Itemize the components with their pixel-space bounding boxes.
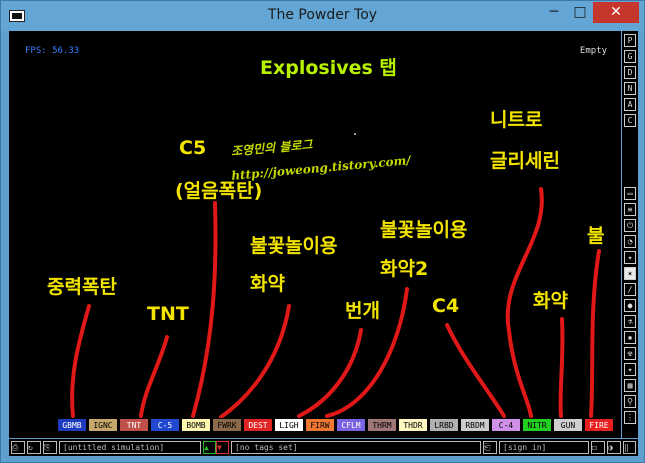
annotation-gun: 화약 — [533, 290, 568, 312]
electronics-category-icon[interactable]: ≡ — [624, 203, 636, 216]
element-firw[interactable]: FIRW — [305, 418, 335, 432]
element-thdr[interactable]: THDR — [398, 418, 428, 432]
sidebar-button-a[interactable]: A — [624, 98, 636, 111]
element-lrbd[interactable]: LRBD — [429, 418, 459, 432]
report-icon[interactable]: ⎗ — [483, 441, 497, 454]
special-category-icon[interactable]: ✦ — [624, 363, 636, 376]
settings-icon[interactable]: ◑ — [607, 441, 621, 454]
tags-field[interactable]: [no tags set] — [231, 441, 481, 454]
line-tnt — [139, 335, 169, 418]
walls-category-icon[interactable]: ▭ — [624, 187, 636, 200]
solids-category-icon[interactable]: ▪ — [624, 331, 636, 344]
annotation-title: Explosives 탭 — [260, 57, 397, 79]
annotation-ligh: 번개 — [345, 300, 380, 322]
annotation-gbmb: 중력폭탄 — [47, 276, 117, 298]
maximize-button[interactable]: □ — [567, 2, 593, 23]
bottom-bar: ⎙ ↻ ⎘ [untitled simulation] ▲ ▼ [no tags… — [9, 439, 638, 456]
title-bar[interactable]: The Powder Toy ─ □ ✕ — [1, 1, 644, 31]
annotation-tnt: TNT — [147, 303, 189, 325]
element-thrm[interactable]: THRM — [367, 418, 397, 432]
element-fwrk[interactable]: FWRK — [212, 418, 242, 432]
annotation-firw-2: 화약2 — [380, 258, 429, 280]
sidebar-button-c[interactable]: C — [624, 114, 636, 127]
minimize-button[interactable]: ─ — [541, 2, 567, 23]
annotation-fire: 불 — [587, 225, 605, 247]
element-rbdm[interactable]: RBDM — [460, 418, 490, 432]
element-nitr[interactable]: NITR — [522, 418, 552, 432]
annotation-fwrk-2: 화약 — [250, 273, 285, 295]
pixel-particle — [354, 133, 356, 135]
open-save-icon[interactable]: ⎙ — [11, 441, 25, 454]
explosives-category-icon[interactable]: ✶ — [624, 267, 636, 280]
line-gun — [558, 317, 565, 418]
element-c4[interactable]: C-4 — [491, 418, 521, 432]
pause-icon[interactable]: ‖ — [623, 441, 636, 454]
annotation-nitr-2: 글리세린 — [490, 150, 560, 172]
annotation-c4: C4 — [432, 295, 460, 317]
save-name-field[interactable]: [untitled simulation] — [59, 441, 201, 454]
powered-category-icon[interactable]: ⏻ — [624, 219, 636, 232]
vote-up-icon[interactable]: ▲ — [203, 441, 216, 454]
annotation-firw-1: 불꽃놀이용 — [380, 219, 468, 241]
sensors-category-icon[interactable]: ◔ — [624, 235, 636, 248]
gases-category-icon[interactable]: ∕ — [624, 283, 636, 296]
sidebar-button-n[interactable]: N — [624, 82, 636, 95]
annotation-c5: C5 — [179, 137, 207, 159]
sidebar-button-p[interactable]: P — [624, 34, 636, 47]
line-gbmb — [70, 304, 91, 418]
menu-sidebar: PGDNAC ▭ ≡ ⏻ ◔ ✦ ✶ ∕ ● ⚗ ▪ ☢ ✦ ▦ ⚲ ⋮ — [622, 31, 638, 438]
sign-in-button[interactable]: [sign in] — [499, 441, 589, 454]
search-category-icon[interactable]: ⋮ — [624, 411, 636, 424]
life-category-icon[interactable]: ▦ — [624, 379, 636, 392]
tools-category-icon[interactable]: ⚲ — [624, 395, 636, 408]
close-button[interactable]: ✕ — [593, 2, 639, 23]
sidebar-button-d[interactable]: D — [624, 66, 636, 79]
reload-icon[interactable]: ↻ — [27, 441, 41, 454]
sidebar-button-g[interactable]: G — [624, 50, 636, 63]
annotation-nitr-1: 니트로 — [490, 109, 543, 131]
clear-sim-icon[interactable]: ◻ — [591, 441, 605, 454]
line-fwrk — [219, 304, 291, 419]
element-gbmb[interactable]: GBMB — [57, 418, 87, 432]
element-cflm[interactable]: CFLM — [336, 418, 366, 432]
element-ligh[interactable]: LIGH — [274, 418, 304, 432]
save-icon[interactable]: ⎘ — [43, 441, 57, 454]
element-bomb[interactable]: BOMB — [181, 418, 211, 432]
element-gun[interactable]: GUN — [553, 418, 583, 432]
vote-down-icon[interactable]: ▼ — [216, 441, 229, 454]
simulation-canvas[interactable]: FPS: 56.33 Empty Explosives 탭 조영민의 블로그 h… — [9, 31, 621, 438]
element-tnt[interactable]: TNT — [119, 418, 149, 432]
force-category-icon[interactable]: ✦ — [624, 251, 636, 264]
powders-category-icon[interactable]: ⚗ — [624, 315, 636, 328]
element-ignc[interactable]: IGNC — [88, 418, 118, 432]
line-fire — [589, 249, 601, 418]
liquids-category-icon[interactable]: ● — [624, 299, 636, 312]
line-c4 — [445, 323, 506, 418]
radioactive-category-icon[interactable]: ☢ — [624, 347, 636, 360]
line-c5 — [191, 201, 218, 418]
element-dest[interactable]: DEST — [243, 418, 273, 432]
element-fire[interactable]: FIRE — [584, 418, 614, 432]
element-c5[interactable]: C-5 — [150, 418, 180, 432]
annotation-fwrk-1: 불꽃놀이용 — [250, 235, 338, 257]
annotation-c5-sub: (얼음폭탄) — [175, 180, 263, 202]
app-window: The Powder Toy ─ □ ✕ FPS: 56.33 Empty Ex… — [0, 0, 645, 463]
